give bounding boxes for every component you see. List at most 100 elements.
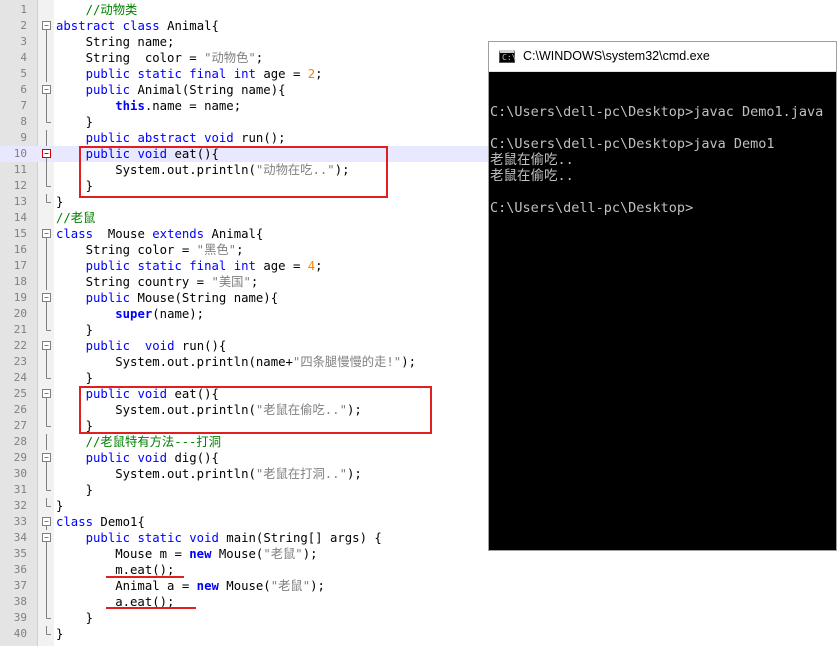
cmd-console-output[interactable]: C:\Users\dell-pc\Desktop>javac Demo1.jav… [490, 88, 836, 216]
code-token: System.out.println( [56, 467, 256, 481]
line-number: 25 [13, 387, 27, 400]
line-number: 6 [20, 83, 27, 96]
code-token: this [115, 99, 145, 113]
code-token: super [115, 307, 153, 321]
code-text[interactable]: Mouse m = new Mouse("老鼠"); [56, 546, 317, 562]
code-text[interactable]: public Mouse(String name){ [56, 290, 279, 306]
line-number: 5 [20, 67, 27, 80]
code-text[interactable]: String country = "美国"; [56, 274, 259, 290]
code-text[interactable]: System.out.println("老鼠在打洞.."); [56, 466, 362, 482]
fold-collapse-icon[interactable] [41, 226, 53, 242]
line-number: 33 [13, 515, 27, 528]
console-line: 老鼠在偷吃.. [490, 152, 574, 168]
code-text[interactable]: } [56, 610, 93, 626]
cmd-window[interactable]: C:\ C:\WINDOWS\system32\cmd.exe C:\Users… [488, 41, 837, 551]
code-text[interactable]: //动物类 [56, 2, 138, 18]
code-text[interactable]: } [56, 194, 63, 210]
code-text[interactable]: String color = "黑色"; [56, 242, 244, 258]
fold-collapse-icon[interactable] [41, 338, 53, 354]
code-text[interactable]: public void dig(){ [56, 450, 219, 466]
line-number: 19 [13, 291, 27, 304]
code-token: public [85, 67, 131, 81]
code-text[interactable]: } [56, 370, 93, 386]
code-text[interactable]: System.out.println(name+"四条腿慢慢的走!"); [56, 354, 416, 370]
fold-line-marker [41, 274, 53, 290]
code-token: Animal{ [159, 19, 219, 33]
code-text[interactable]: } [56, 482, 93, 498]
code-text[interactable]: String color = "动物色"; [56, 50, 264, 66]
code-token: final [189, 67, 227, 81]
code-line[interactable]: 40} [0, 626, 837, 642]
fold-end-marker [41, 498, 53, 514]
console-line: C:\Users\dell-pc\Desktop> [490, 200, 694, 216]
code-token: public [85, 451, 131, 465]
code-token: } [56, 115, 94, 129]
code-token: "动物色" [204, 51, 256, 65]
fold-collapse-icon[interactable] [41, 18, 53, 34]
code-text[interactable]: } [56, 322, 93, 338]
line-number: 3 [20, 35, 27, 48]
line-number: 12 [13, 179, 27, 192]
code-token: Mouse [93, 227, 153, 241]
fold-end-marker [41, 322, 53, 338]
code-text[interactable]: } [56, 114, 93, 130]
code-line[interactable]: 39 } [0, 610, 837, 626]
fold-collapse-icon[interactable] [41, 450, 53, 466]
fold-end-marker [41, 370, 53, 386]
code-text[interactable]: } [56, 498, 63, 514]
fold-collapse-icon[interactable] [41, 290, 53, 306]
code-line[interactable]: 37 Animal a = new Mouse("老鼠"); [0, 578, 837, 594]
line-number: 16 [13, 243, 27, 256]
code-text[interactable]: String name; [56, 34, 175, 50]
line-number: 31 [13, 483, 27, 496]
code-text[interactable]: public abstract void run(); [56, 130, 286, 146]
code-line[interactable]: 1 //动物类 [0, 2, 837, 18]
fold-collapse-icon[interactable] [41, 530, 53, 546]
code-text[interactable]: Animal a = new Mouse("老鼠"); [56, 578, 325, 594]
line-number: 20 [13, 307, 27, 320]
code-text[interactable]: public static void main(String[] args) { [56, 530, 382, 546]
fold-line-marker [41, 98, 53, 114]
code-token: new [196, 579, 219, 593]
code-text[interactable]: class Demo1{ [56, 514, 145, 530]
fold-collapse-icon[interactable] [41, 514, 53, 530]
code-token: m.eat(); [56, 563, 175, 577]
code-text[interactable]: super(name); [56, 306, 204, 322]
code-text[interactable]: public void run(){ [56, 338, 227, 354]
code-text[interactable]: public Animal(String name){ [56, 82, 286, 98]
fold-empty [41, 2, 53, 18]
code-token: age = [255, 259, 308, 273]
fold-collapse-icon[interactable] [41, 82, 53, 98]
fold-collapse-icon[interactable] [41, 386, 53, 402]
code-text[interactable]: class Mouse extends Animal{ [56, 226, 263, 242]
fold-collapse-icon[interactable] [41, 146, 53, 162]
code-text[interactable]: //老鼠 [56, 210, 95, 226]
cmd-window-icon: C:\ [499, 50, 516, 63]
code-token: Animal(String name){ [130, 83, 286, 97]
line-number: 22 [13, 339, 27, 352]
code-text[interactable]: public static final int age = 4; [56, 258, 323, 274]
code-token: run(); [233, 131, 286, 145]
fold-line-marker [41, 594, 53, 610]
cmd-title-bar[interactable]: C:\ C:\WINDOWS\system32\cmd.exe [489, 42, 836, 72]
line-number: 4 [20, 51, 27, 64]
code-token: dig(){ [167, 451, 219, 465]
fold-line-marker [41, 130, 53, 146]
code-text[interactable]: //老鼠特有方法---打洞 [56, 434, 221, 450]
code-token: Mouse( [211, 547, 264, 561]
fold-empty [41, 210, 53, 226]
code-token: void [137, 451, 168, 465]
line-number: 2 [20, 19, 27, 32]
fold-line-marker [41, 354, 53, 370]
code-text[interactable]: public static final int age = 2; [56, 66, 323, 82]
code-line[interactable]: 2 abstract class Animal{ [0, 18, 837, 34]
code-text[interactable]: abstract class Animal{ [56, 18, 219, 34]
code-text[interactable]: this.name = name; [56, 98, 241, 114]
code-text[interactable]: } [56, 626, 63, 642]
